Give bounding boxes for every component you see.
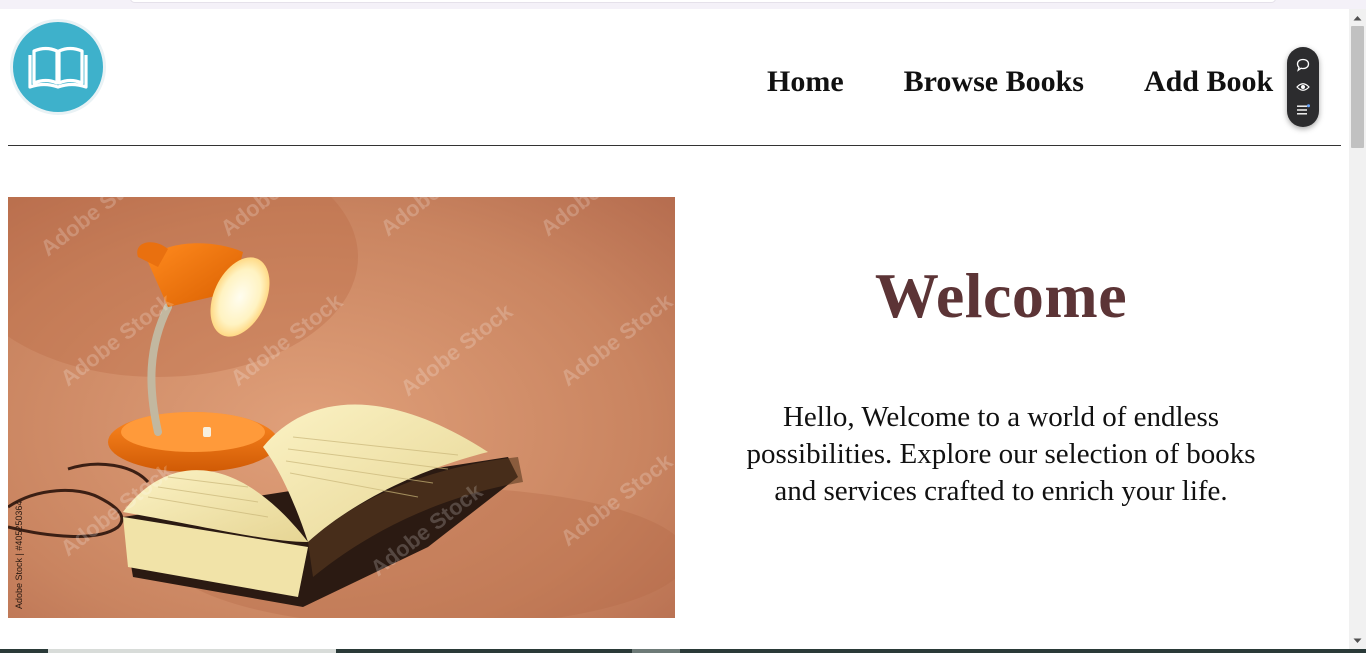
- taskbar-segment: [632, 649, 680, 653]
- header-divider: [8, 145, 1341, 146]
- floating-toolbar: [1287, 47, 1319, 127]
- welcome-heading: Welcome: [874, 260, 1128, 331]
- browser-top-strip: [0, 0, 1366, 9]
- chat-bubble-icon: [1296, 58, 1310, 72]
- welcome-paragraph: Hello, Welcome to a world of endless pos…: [746, 401, 1256, 507]
- address-bar-edge: [130, 0, 1276, 3]
- scroll-down-arrow-icon[interactable]: [1349, 632, 1366, 649]
- scrollbar-thumb[interactable]: [1351, 26, 1364, 148]
- list-icon: [1297, 103, 1310, 114]
- nav-browse-books-link[interactable]: Browse Books: [904, 64, 1084, 100]
- list-button[interactable]: [1292, 101, 1314, 119]
- nav-home-link[interactable]: Home: [767, 64, 844, 100]
- image-credit: Adobe Stock | #405250364: [14, 501, 24, 609]
- site-logo[interactable]: [10, 19, 106, 115]
- eye-button[interactable]: [1292, 78, 1314, 96]
- page-content: Home Browse Books Add Book Adobe Stock A…: [0, 9, 1349, 649]
- chat-bubble-button[interactable]: [1292, 56, 1314, 74]
- taskbar-segment: [48, 649, 336, 653]
- hero-image: Adobe Stock Adobe Stock Adobe Stock Adob…: [8, 197, 675, 618]
- vertical-scrollbar[interactable]: [1349, 9, 1366, 649]
- scroll-up-arrow-icon[interactable]: [1349, 9, 1366, 26]
- nav-add-book-link[interactable]: Add Book: [1144, 64, 1273, 100]
- main-nav: Home Browse Books Add Book: [767, 64, 1273, 100]
- taskbar-edge: [0, 649, 1366, 653]
- open-book-icon: [28, 46, 88, 89]
- eye-icon: [1296, 83, 1310, 91]
